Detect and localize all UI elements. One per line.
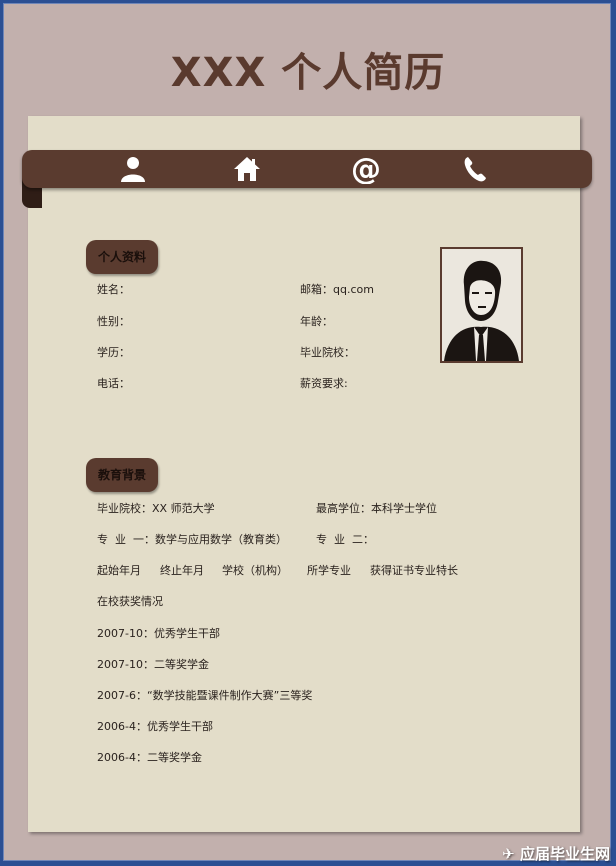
edu-major-two: 专 业 二：	[316, 533, 374, 546]
icon-band: @	[22, 150, 592, 188]
home-icon	[232, 154, 262, 184]
watermark: ✈ 应届毕业生网	[502, 843, 610, 864]
person-icon	[118, 154, 148, 184]
edu-degree: 最高学位：本科学士学位	[316, 502, 437, 515]
award-item: 2007-10：二等奖学金	[97, 658, 209, 671]
watermark-text: 应届毕业生网	[519, 845, 610, 863]
section-education-heading: 教育背景	[86, 458, 159, 492]
at-icon: @	[351, 154, 381, 184]
award-item: 2006-4：优秀学生干部	[97, 720, 213, 733]
section-personal-heading: 个人资料	[86, 240, 159, 274]
awards-title: 在校获奖情况	[97, 595, 163, 608]
field-email: 邮箱：qq.com	[300, 283, 374, 296]
edu-col-major: 所学专业	[307, 564, 351, 577]
award-item: 2007-10：优秀学生干部	[97, 627, 220, 640]
svg-text:@: @	[351, 154, 381, 184]
edu-col-end: 终止年月	[160, 564, 204, 577]
edu-col-start: 起始年月	[97, 564, 141, 577]
field-gender: 性别：	[97, 315, 130, 328]
profile-photo	[440, 247, 523, 363]
edu-col-cert: 获得证书专业特长	[370, 564, 458, 577]
award-item: 2006-4：二等奖学金	[97, 751, 202, 764]
phone-icon	[460, 154, 490, 184]
edu-major-one: 专 业 一：数学与应用数学（教育类）	[97, 533, 287, 546]
award-item: 2007-6：“数学技能暨课件制作大赛”三等奖	[97, 689, 313, 702]
field-salary: 薪资要求:	[300, 377, 348, 390]
page-title: XXX 个人简历	[170, 50, 446, 96]
field-school: 毕业院校：	[300, 346, 355, 359]
field-education: 学历：	[97, 346, 130, 359]
watermark-logo-icon: ✈	[502, 845, 515, 863]
edu-col-school: 学校（机构）	[222, 564, 288, 577]
section-personal-label: 个人资料	[98, 250, 147, 264]
section-education-label: 教育背景	[98, 468, 147, 482]
field-name: 姓名：	[97, 283, 130, 296]
field-phone: 电话：	[97, 377, 130, 390]
field-age: 年龄：	[300, 315, 333, 328]
edu-school: 毕业院校：XX 师范大学	[97, 502, 215, 515]
